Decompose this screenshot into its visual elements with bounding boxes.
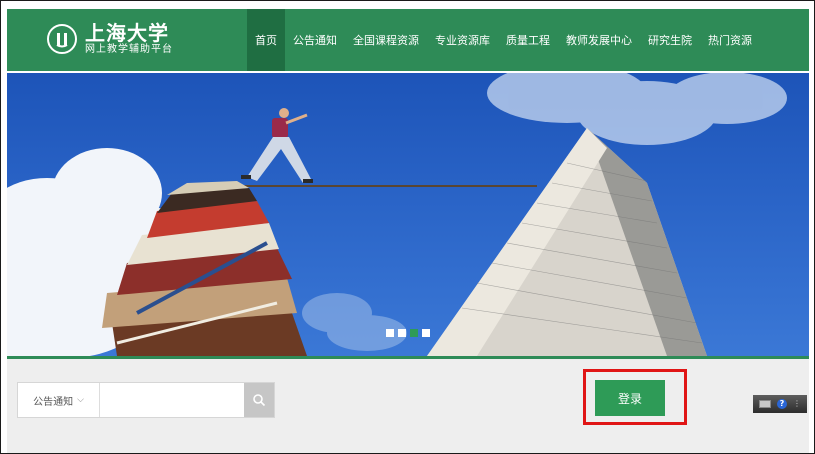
slide-indicators xyxy=(386,329,430,337)
nav-item-major-resources[interactable]: 专业资源库 xyxy=(427,9,498,71)
slide-dot-4[interactable] xyxy=(422,329,430,337)
help-icon: ? xyxy=(777,399,787,409)
keyboard-icon xyxy=(759,400,771,408)
search-icon xyxy=(253,394,266,407)
chevron-down-icon: ⌵ xyxy=(77,395,84,405)
nav-item-popular-resources[interactable]: 热门资源 xyxy=(700,9,760,71)
cloud-right xyxy=(487,73,787,145)
slide-dot-1[interactable] xyxy=(386,329,394,337)
search-category-label: 公告通知 xyxy=(33,396,74,408)
university-emblem-icon xyxy=(47,24,77,54)
site-logo[interactable]: 上海大学 网上教学辅助平台 xyxy=(47,17,173,61)
slide-dot-3[interactable] xyxy=(410,329,418,337)
main-nav: 首页 公告通知 全国课程资源 专业资源库 质量工程 教师发展中心 研究生院 热门… xyxy=(247,9,760,71)
logo-name: 上海大学 xyxy=(85,20,169,45)
search-bar: 公告通知 ⌵ xyxy=(17,382,275,418)
skyscraper xyxy=(427,128,707,356)
nav-item-teacher-development[interactable]: 教师发展中心 xyxy=(558,9,640,71)
nav-item-graduate-school[interactable]: 研究生院 xyxy=(640,9,700,71)
toolbar-area: 公告通知 ⌵ 登录 ? ⋮ xyxy=(7,359,809,453)
widget-menu-icon: ⋮ xyxy=(793,399,801,408)
logo-text: 上海大学 网上教学辅助平台 xyxy=(85,20,173,56)
person-on-rope xyxy=(241,108,313,183)
search-category-select[interactable]: 公告通知 ⌵ xyxy=(18,383,100,417)
help-widget[interactable]: ? ⋮ xyxy=(753,395,807,413)
slide-dot-2[interactable] xyxy=(398,329,406,337)
nav-item-announcements[interactable]: 公告通知 xyxy=(285,9,345,71)
cloud-mid xyxy=(302,293,407,351)
logo-subtitle: 网上教学辅助平台 xyxy=(85,43,173,55)
site-header: 上海大学 网上教学辅助平台 首页 公告通知 全国课程资源 专业资源库 质量工程 … xyxy=(7,9,809,71)
nav-item-national-courses[interactable]: 全国课程资源 xyxy=(345,9,427,71)
login-button[interactable]: 登录 xyxy=(595,380,665,416)
nav-item-quality-engineering[interactable]: 质量工程 xyxy=(498,9,558,71)
banner-illustration xyxy=(7,73,787,356)
search-input[interactable] xyxy=(100,383,244,417)
nav-item-home[interactable]: 首页 xyxy=(247,9,285,71)
search-button[interactable] xyxy=(244,383,274,417)
hero-banner[interactable] xyxy=(7,73,809,356)
page: 上海大学 网上教学辅助平台 首页 公告通知 全国课程资源 专业资源库 质量工程 … xyxy=(0,0,815,454)
